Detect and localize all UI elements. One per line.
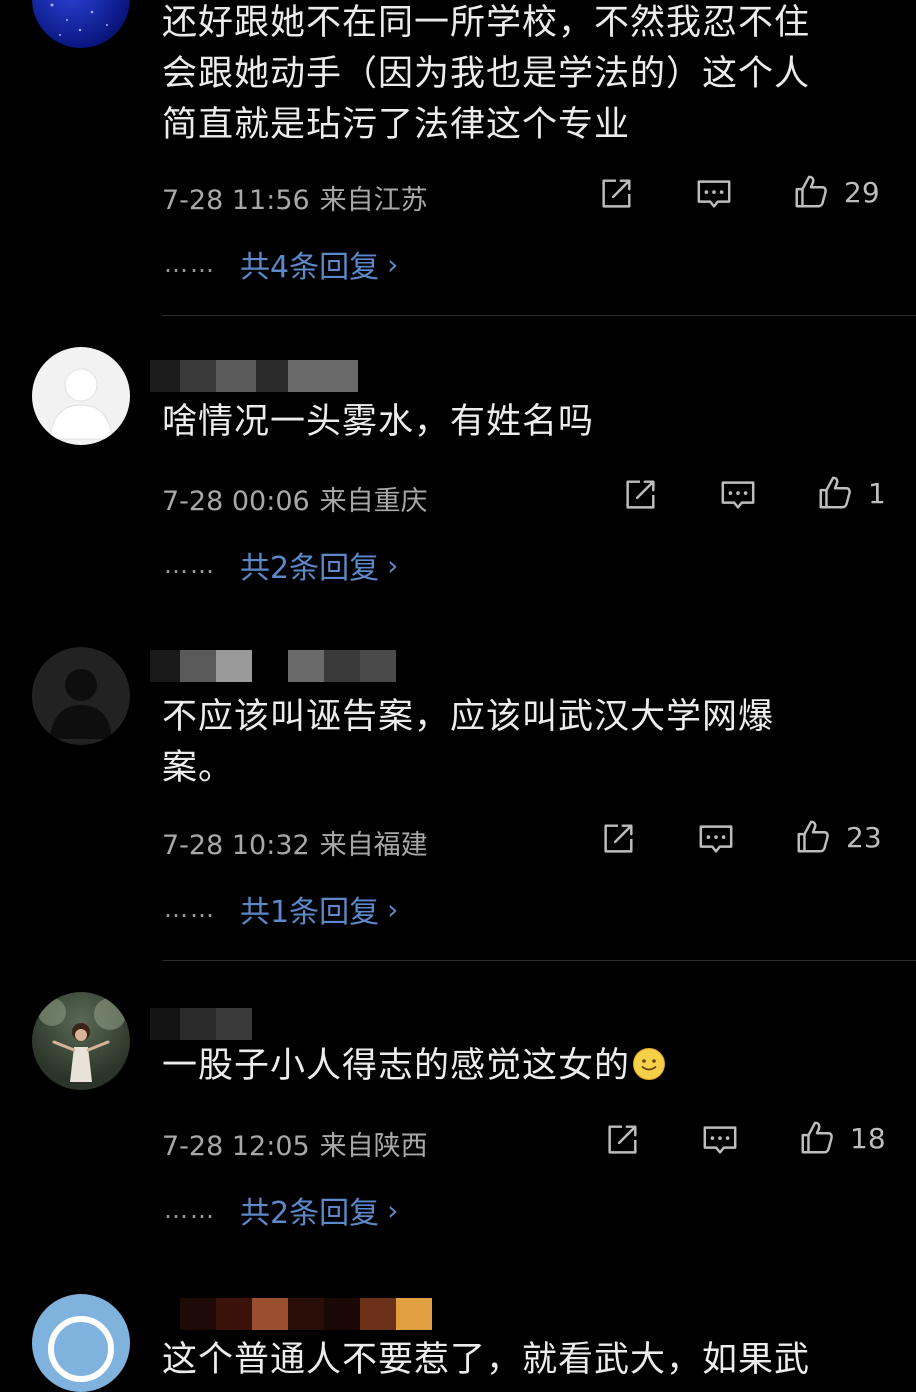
like-count: 1: [868, 476, 886, 510]
avatar-sparkle-icon: [50, 3, 108, 36]
comment-icon: [719, 476, 757, 514]
share-button[interactable]: [599, 820, 637, 858]
comment-location: 来自福建: [319, 830, 428, 861]
username-blurred: [150, 1008, 252, 1040]
chevron-right-icon: ›: [387, 247, 399, 281]
comment-icon: [697, 820, 735, 858]
default-avatar-icon: [49, 368, 113, 440]
reply-button[interactable]: [701, 1121, 739, 1159]
chevron-right-icon: ›: [387, 892, 399, 926]
avatar-cloud-icon: [48, 1316, 114, 1382]
reply-count[interactable]: 共2条回复: [240, 1188, 379, 1232]
like-button[interactable]: 23: [794, 818, 882, 856]
like-icon: [798, 1119, 836, 1157]
comment-text: 一股子小人得志的感觉这女的: [162, 1041, 856, 1092]
reply-count[interactable]: 共1条回复: [240, 887, 379, 931]
comment-location: 来自重庆: [319, 486, 428, 517]
share-button[interactable]: [621, 476, 659, 514]
like-icon: [794, 818, 832, 856]
username-blurred: [150, 360, 358, 392]
username-blurred: [150, 650, 396, 682]
share-icon: [599, 820, 637, 858]
comment-location: 来自陕西: [319, 1131, 428, 1162]
reply-button[interactable]: [695, 175, 733, 213]
comment-time: 7-28 00:06: [162, 486, 310, 517]
comment-time: 7-28 10:32: [162, 830, 310, 861]
avatar[interactable]: [32, 992, 130, 1090]
smile-emoji-icon: [633, 1048, 666, 1080]
default-avatar-icon: [50, 669, 112, 739]
like-count: 29: [844, 175, 880, 209]
divider: [162, 315, 916, 316]
comment-text: 不应该叫诬告案，应该叫武汉大学网爆 案。: [162, 697, 775, 788]
share-icon: [597, 175, 635, 213]
comment-meta: 7-28 00:06 来自重庆: [162, 479, 428, 518]
comment-icon: [695, 175, 733, 213]
like-button[interactable]: 1: [816, 474, 886, 512]
divider: [162, 960, 916, 961]
view-replies-link[interactable]: …… 共2条回复 ›: [164, 1188, 398, 1232]
comment-icon: [701, 1121, 739, 1159]
share-icon: [621, 476, 659, 514]
like-icon: [792, 173, 830, 211]
comment-text: 还好跟她不在同一所学校，不然我忍不住 会跟她动手（因为我也是学法的）这个人 简直…: [162, 3, 811, 145]
like-button[interactable]: 18: [798, 1119, 886, 1157]
chevron-right-icon: ›: [387, 1193, 399, 1227]
reply-button[interactable]: [719, 476, 757, 514]
comment-meta: 7-28 10:32 来自福建: [162, 823, 428, 862]
comment-time: 7-28 12:05: [162, 1131, 310, 1162]
reply-button[interactable]: [697, 820, 735, 858]
share-icon: [603, 1121, 641, 1159]
reply-count[interactable]: 共4条回复: [240, 242, 379, 286]
avatar[interactable]: [32, 347, 130, 445]
comment-text: 这个普通人不要惹了，就看武大，如果武: [162, 1340, 811, 1380]
avatar[interactable]: [32, 0, 130, 48]
like-count: 18: [850, 1121, 886, 1155]
like-icon: [816, 474, 854, 512]
like-count: 23: [846, 820, 882, 854]
comment-location: 来自江苏: [319, 185, 428, 216]
comment-meta: 7-28 12:05 来自陕西: [162, 1124, 428, 1163]
chevron-right-icon: ›: [387, 548, 399, 582]
comment-meta: 7-28 11:56 来自江苏: [162, 178, 428, 217]
view-replies-link[interactable]: …… 共4条回复 ›: [164, 242, 398, 286]
like-button[interactable]: 29: [792, 173, 880, 211]
view-replies-link[interactable]: …… 共1条回复 ›: [164, 887, 398, 931]
avatar[interactable]: [32, 1294, 130, 1392]
avatar[interactable]: [32, 647, 130, 745]
view-replies-link[interactable]: …… 共2条回复 ›: [164, 543, 398, 587]
comment-text: 啥情况一头雾水，有姓名吗: [162, 402, 595, 442]
comment-time: 7-28 11:56: [162, 185, 310, 216]
avatar-photo-icon: [38, 998, 126, 1082]
share-button[interactable]: [597, 175, 635, 213]
username-blurred: [180, 1298, 432, 1330]
reply-count[interactable]: 共2条回复: [240, 543, 379, 587]
share-button[interactable]: [603, 1121, 641, 1159]
